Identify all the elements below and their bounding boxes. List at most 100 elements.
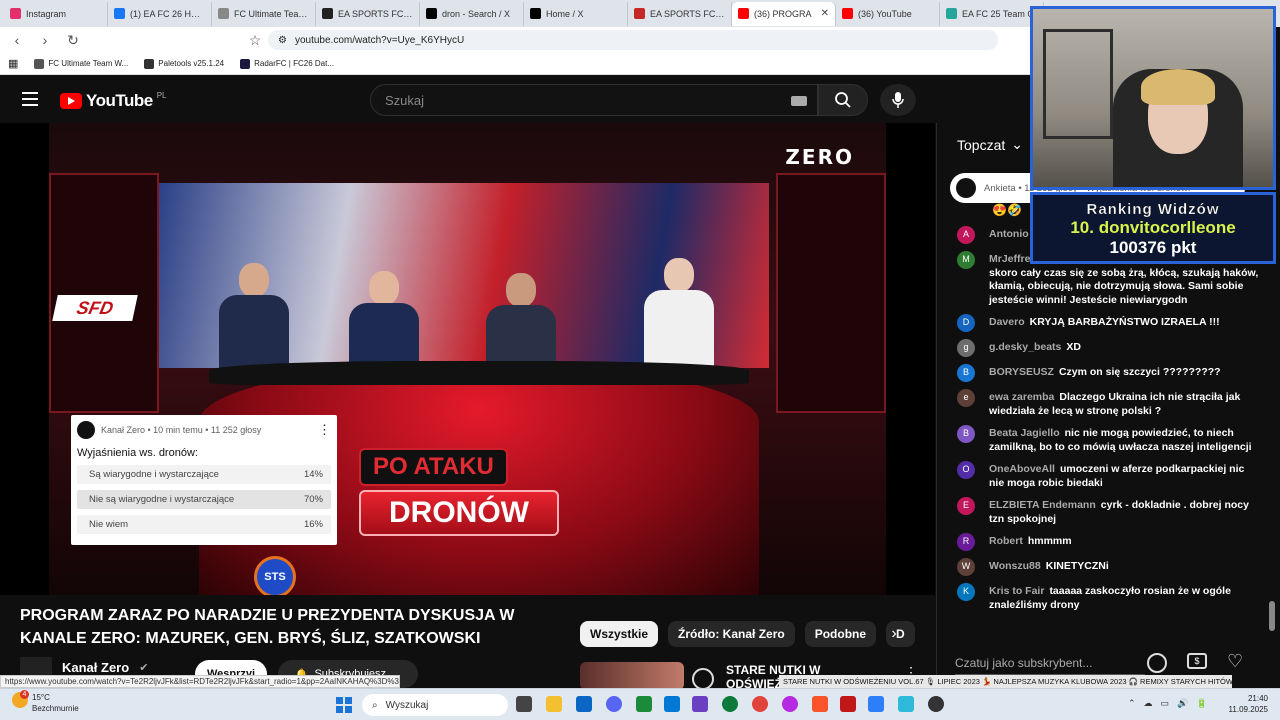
vivaldi-icon[interactable] <box>840 696 856 712</box>
chat-author-name[interactable]: Antonio <box>989 228 1029 240</box>
chat-author-avatar[interactable]: D <box>957 314 975 332</box>
forward-icon[interactable]: › <box>38 32 52 48</box>
brave-icon[interactable] <box>812 696 828 712</box>
hover-tooltip: STARE NUTKI W ODŚWIEŻENIU VOL.67 🎙 LIPIE… <box>779 675 1232 688</box>
chat-author-name[interactable]: OneAboveAll <box>989 463 1055 475</box>
poll-option-percent: 14% <box>303 469 323 480</box>
vscode-icon[interactable] <box>664 696 680 712</box>
discord-icon[interactable] <box>606 696 622 712</box>
browser-tab[interactable]: EA FC 25 Team Of <box>940 1 1044 26</box>
bookmark-item[interactable]: FC Ultimate Team W... <box>34 58 128 69</box>
ranking-user: 10. donvitocorlleone <box>1070 218 1236 237</box>
youtube-logo[interactable]: YouTube PL <box>60 91 167 111</box>
channel-name[interactable]: Kanał Zero <box>62 660 129 675</box>
poll-option-label: Nie są wiarygodne i wystarczające <box>89 494 235 505</box>
menu-icon[interactable] <box>22 92 38 106</box>
chat-author-name[interactable]: Wonszu88 <box>989 560 1041 572</box>
chat-author-name[interactable]: Davero <box>989 316 1025 328</box>
excel-icon[interactable] <box>636 696 652 712</box>
address-bar[interactable]: ⚙ youtube.com/watch?v=Uye_K6YHycU <box>268 30 998 50</box>
app-icon[interactable] <box>928 696 944 712</box>
chat-author-avatar[interactable]: e <box>957 389 975 407</box>
app-icon[interactable] <box>692 696 708 712</box>
edge-icon[interactable] <box>722 696 738 712</box>
voice-search-button[interactable] <box>880 84 916 116</box>
store-icon[interactable] <box>576 696 592 712</box>
chat-scrollbar[interactable] <box>1269 601 1275 631</box>
chat-author-avatar[interactable]: B <box>957 364 975 382</box>
bookmark-item[interactable]: RadarFC | FC26 Dat... <box>240 58 334 69</box>
apps-grid-icon[interactable]: ▦ <box>8 57 18 70</box>
chat-message: E ELZBIETA Endemann cyrk - dokladnie . dob… <box>957 497 1262 526</box>
headline-bottom: DRONÓW <box>359 490 559 536</box>
browser-tab[interactable]: (1) EA FC 26 Handel <box>108 1 212 26</box>
chat-author-name[interactable]: Kris to Fair <box>989 585 1044 597</box>
watch-later-icon[interactable] <box>692 668 714 690</box>
chrome-icon[interactable] <box>752 696 768 712</box>
site-info-icon[interactable]: ⚙ <box>278 35 287 46</box>
browser-tab[interactable]: EA SPORTS FC™ 26 <box>316 1 420 26</box>
file-explorer-icon[interactable] <box>546 696 562 712</box>
chat-author-name[interactable]: ELZBIETA Endemann <box>989 499 1096 511</box>
tab-label: EA FC 25 Team Of <box>962 8 1037 19</box>
chat-author-name[interactable]: Robert <box>989 535 1023 547</box>
chat-mode-selector[interactable]: Topczat ⌄ <box>957 136 1023 153</box>
related-video-thumbnail[interactable] <box>580 662 684 690</box>
chat-author-avatar[interactable]: E <box>957 497 975 515</box>
chat-input[interactable]: Czatuj jako subskrybent... <box>955 653 1145 675</box>
chat-author-avatar[interactable]: K <box>957 583 975 601</box>
chat-author-avatar[interactable]: g <box>957 339 975 357</box>
browser-tab[interactable]: (36) PROGRA ✕ <box>732 1 836 26</box>
more-options-icon[interactable]: ⋮ <box>318 422 331 438</box>
search-button[interactable] <box>818 84 868 116</box>
tab-favicon-icon <box>842 8 853 19</box>
weather-temp: 15°C <box>32 693 50 702</box>
chat-message-text: KINETYCZNi <box>1045 560 1109 572</box>
chat-author-avatar[interactable]: R <box>957 533 975 551</box>
windows-start-icon[interactable] <box>336 697 352 713</box>
sfd-logo: SFD <box>52 295 138 321</box>
system-tray-icons[interactable]: ⌃☁▭🔊🔋 <box>1128 698 1215 709</box>
chat-message: O OneAboveAll umoczeni w aferze podkarpack… <box>957 461 1262 490</box>
browser-tab[interactable]: FC Ultimate Team W <box>212 1 316 26</box>
bookmark-star-icon[interactable]: ☆ <box>248 32 262 49</box>
tab-label: (1) EA FC 26 Handel <box>130 8 205 19</box>
video-player[interactable]: ZERO SFD PO ATAKU DRONÓW STS Kanał Zero … <box>0 123 935 595</box>
browser-tab[interactable]: dron - Search / X <box>420 1 524 26</box>
channel-avatar[interactable] <box>20 657 52 677</box>
app-icon[interactable] <box>868 696 884 712</box>
app-icon[interactable] <box>898 696 914 712</box>
chat-author-name[interactable]: Beata Jagiello <box>989 427 1060 439</box>
chat-author-avatar[interactable]: W <box>957 558 975 576</box>
chat-author-name[interactable]: g.desky_beats <box>989 341 1061 353</box>
poll-option-label: Są wiarygodne i wystarczające <box>89 469 219 480</box>
keyboard-icon[interactable] <box>791 96 807 106</box>
reload-icon[interactable]: ↻ <box>66 32 80 49</box>
filter-chip[interactable]: Źródło: Kanał Zero <box>668 621 795 647</box>
close-tab-icon[interactable]: ✕ <box>821 8 829 19</box>
search-input[interactable]: Szukaj <box>370 84 818 116</box>
chat-author-avatar[interactable]: B <box>957 425 975 443</box>
chat-author-name[interactable]: ewa zaremba <box>989 391 1054 403</box>
taskbar-search[interactable]: ⌕ Wyszukaj <box>362 694 508 716</box>
chat-author-name[interactable]: BORYSEUSZ <box>989 366 1054 378</box>
filter-chip[interactable]: Podobne <box>804 621 877 647</box>
browser-tab[interactable]: Instagram <box>4 1 108 26</box>
weather-widget[interactable]: 4 15°C Bezchmurnie <box>12 690 79 714</box>
chat-author-avatar[interactable]: O <box>957 461 975 479</box>
heart-icon[interactable]: ♡ <box>1227 651 1243 672</box>
browser-tab[interactable]: (36) YouTube <box>836 1 940 26</box>
chat-author-avatar[interactable]: A <box>957 226 975 244</box>
emoji-icon[interactable] <box>1147 653 1167 673</box>
bookmark-item[interactable]: Paletools v25.1.24 <box>144 58 224 69</box>
browser-tab[interactable]: EA SPORTS FC 26 S <box>628 1 732 26</box>
filter-chip[interactable]: Wszystkie <box>580 621 659 647</box>
clock[interactable]: 21:40 11.09.2025 <box>1229 693 1268 715</box>
opera-icon[interactable] <box>782 696 798 712</box>
back-icon[interactable]: ‹ <box>10 32 24 48</box>
chat-author-avatar[interactable]: M <box>957 251 975 269</box>
task-view-icon[interactable] <box>516 696 532 712</box>
chevron-right-icon[interactable]: › <box>880 621 908 647</box>
browser-tab[interactable]: Home / X <box>524 1 628 26</box>
super-chat-icon[interactable]: $ <box>1187 653 1207 669</box>
